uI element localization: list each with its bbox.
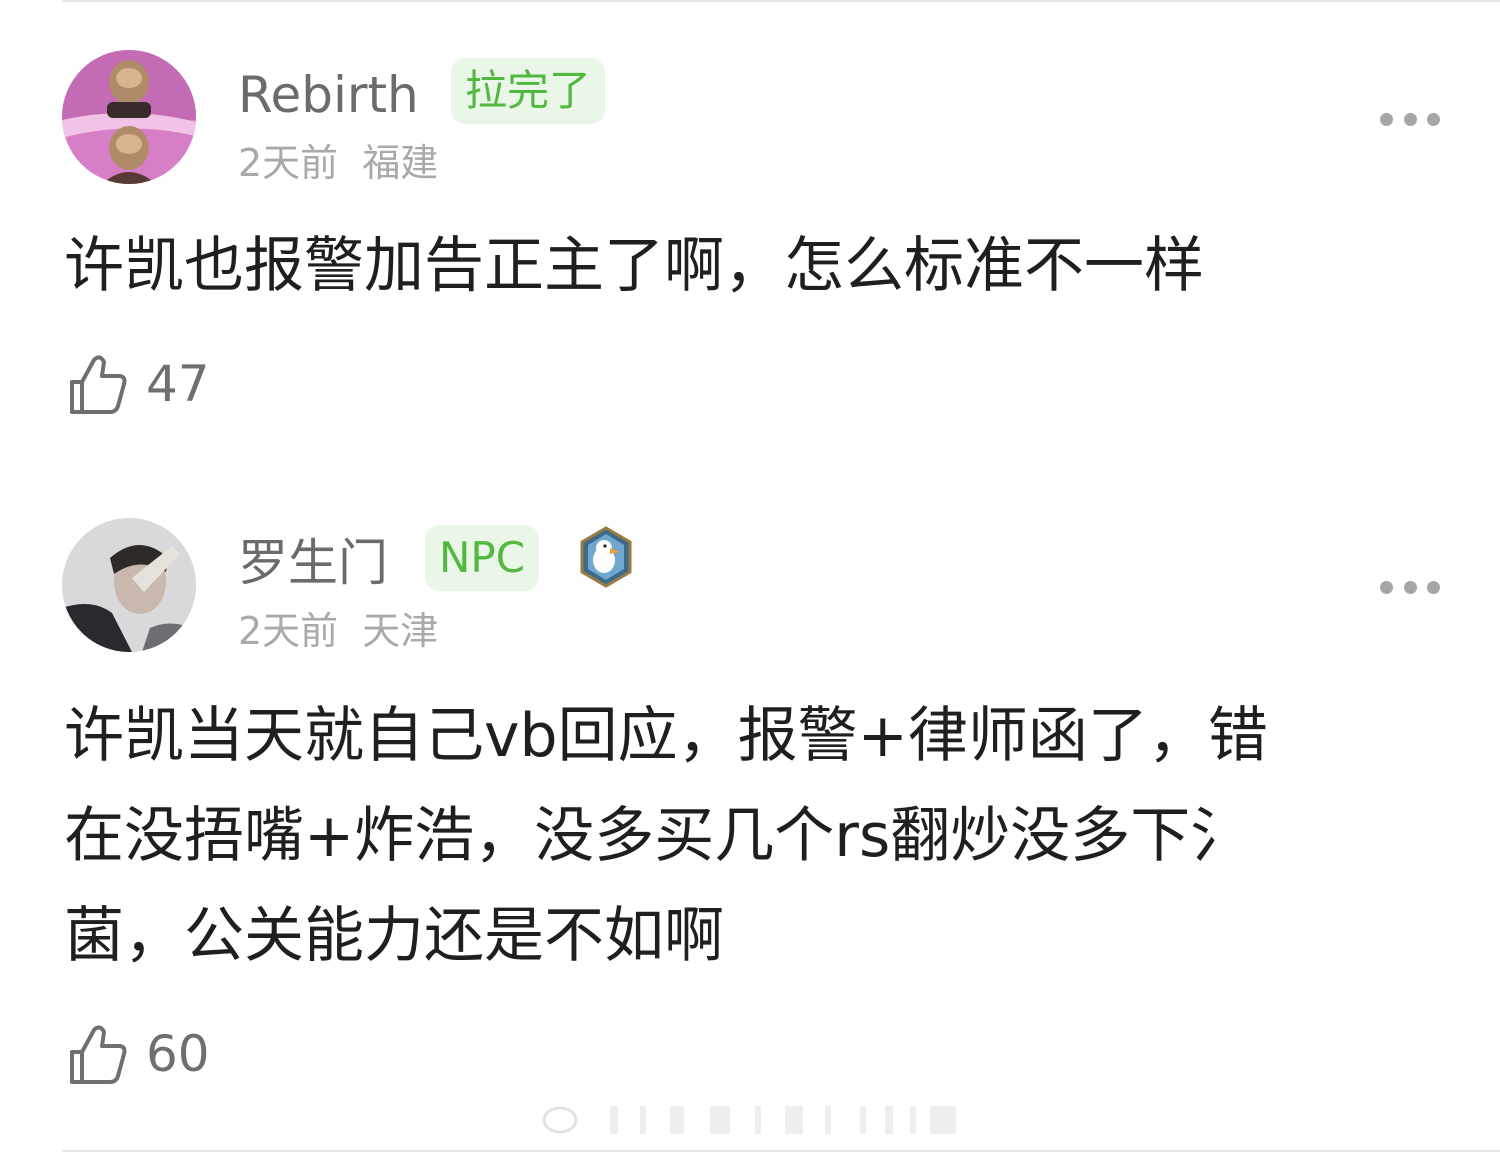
like-button[interactable]: 60 (66, 1022, 210, 1086)
like-button[interactable]: 47 (66, 352, 210, 416)
comment-content: 许凯当天就自己vb回应，报警+律师函了，错 在没捂嘴+炸浩，没多买几个rs翻炒没… (64, 686, 1404, 986)
comment-time: 2天前 (238, 609, 339, 653)
comment-time: 2天前 (238, 141, 339, 185)
comment-meta: 2天前 天津 (238, 612, 438, 650)
avatar[interactable] (62, 50, 196, 184)
duck-badge-icon[interactable] (578, 526, 634, 588)
user-tag: NPC (425, 525, 540, 591)
avatar[interactable] (62, 518, 196, 652)
username[interactable]: 罗生门 (238, 538, 388, 588)
bottom-divider (62, 1150, 1500, 1152)
content-line: 许凯也报警加告正主了啊，怎么标准不一样 (64, 231, 1204, 301)
content-line: 许凯当天就自己vb回应，报警+律师函了，错 (64, 701, 1268, 771)
comment-location: 天津 (362, 609, 439, 653)
like-count: 60 (146, 1025, 210, 1083)
more-dots-icon[interactable] (1380, 112, 1440, 126)
thumbs-up-icon (70, 355, 127, 414)
comment-item: 罗生门 NPC 2天前 天津 许凯当天就自己vb回应，报警+律师函了，错 在没捂… (0, 470, 1500, 1150)
user-tag: 拉完了 (451, 58, 606, 124)
thumbs-up-icon (70, 1025, 127, 1084)
like-count: 47 (146, 355, 210, 413)
comment-item: Rebirth 拉完了 2天前 福建 许凯也报警加告正主了啊，怎么标准不一样 4… (0, 0, 1500, 470)
comment-meta: 2天前 福建 (238, 144, 438, 182)
avatar-photo-person-icon (62, 518, 196, 652)
avatar-pink-cartoon-icon (62, 50, 196, 184)
username[interactable]: Rebirth (238, 70, 419, 120)
more-dots-icon[interactable] (1380, 580, 1440, 594)
comment-location: 福建 (362, 141, 439, 185)
content-line: 在没捂嘴+炸浩，没多买几个rs翻炒没多下氵 (64, 801, 1251, 871)
content-line: 菌，公关能力还是不如啊 (64, 901, 724, 971)
comment-content: 许凯也报警加告正主了啊，怎么标准不一样 (64, 216, 1404, 316)
watermark-icon (542, 1106, 956, 1134)
